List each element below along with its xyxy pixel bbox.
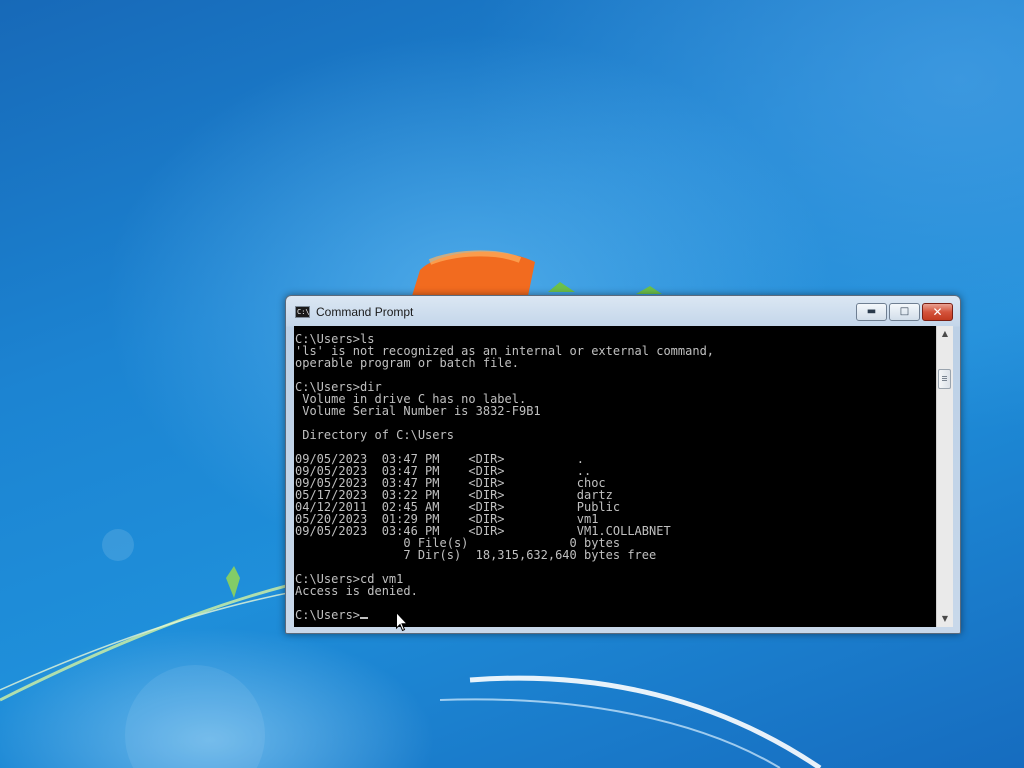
minimize-icon: ▬ bbox=[866, 306, 877, 317]
scroll-down-arrow-icon: ▼ bbox=[941, 614, 949, 623]
text-cursor bbox=[360, 617, 369, 619]
maximize-icon: □ bbox=[899, 306, 910, 317]
console-output[interactable]: C:\Users>ls 'ls' is not recognized as an… bbox=[294, 326, 936, 627]
close-button[interactable]: ✕ bbox=[922, 303, 953, 321]
scrollbar-thumb[interactable] bbox=[938, 369, 951, 389]
scroll-up-button[interactable]: ▲ bbox=[937, 326, 953, 342]
console-line: Volume Serial Number is 3832-F9B1 bbox=[295, 404, 541, 418]
mouse-pointer-icon bbox=[396, 612, 408, 632]
scroll-up-arrow-icon: ▲ bbox=[941, 329, 949, 338]
prompt-line: C:\Users> bbox=[295, 608, 361, 622]
window-title: Command Prompt bbox=[316, 305, 414, 319]
cmd-icon: C:\ bbox=[295, 306, 310, 318]
vertical-scrollbar[interactable]: ▲ ▼ bbox=[936, 326, 953, 627]
minimize-button[interactable]: ▬ bbox=[856, 303, 887, 321]
command-prompt-window[interactable]: C:\ Command Prompt ▬ □ ✕ C:\Users>ls 'ls… bbox=[285, 295, 961, 634]
grip-icon bbox=[942, 376, 947, 377]
console-line: Access is denied. bbox=[295, 584, 418, 598]
title-bar[interactable]: C:\ Command Prompt ▬ □ ✕ bbox=[286, 296, 960, 326]
console-line: 7 Dir(s) 18,315,632,640 bytes free bbox=[295, 548, 657, 562]
close-icon: ✕ bbox=[932, 305, 943, 319]
console-line: operable program or batch file. bbox=[295, 356, 519, 370]
console-text: C:\Users>ls 'ls' is not recognized as an… bbox=[295, 333, 714, 621]
maximize-button[interactable]: □ bbox=[889, 303, 920, 321]
scroll-down-button[interactable]: ▼ bbox=[937, 611, 953, 627]
console-line: Directory of C:\Users bbox=[295, 428, 454, 442]
